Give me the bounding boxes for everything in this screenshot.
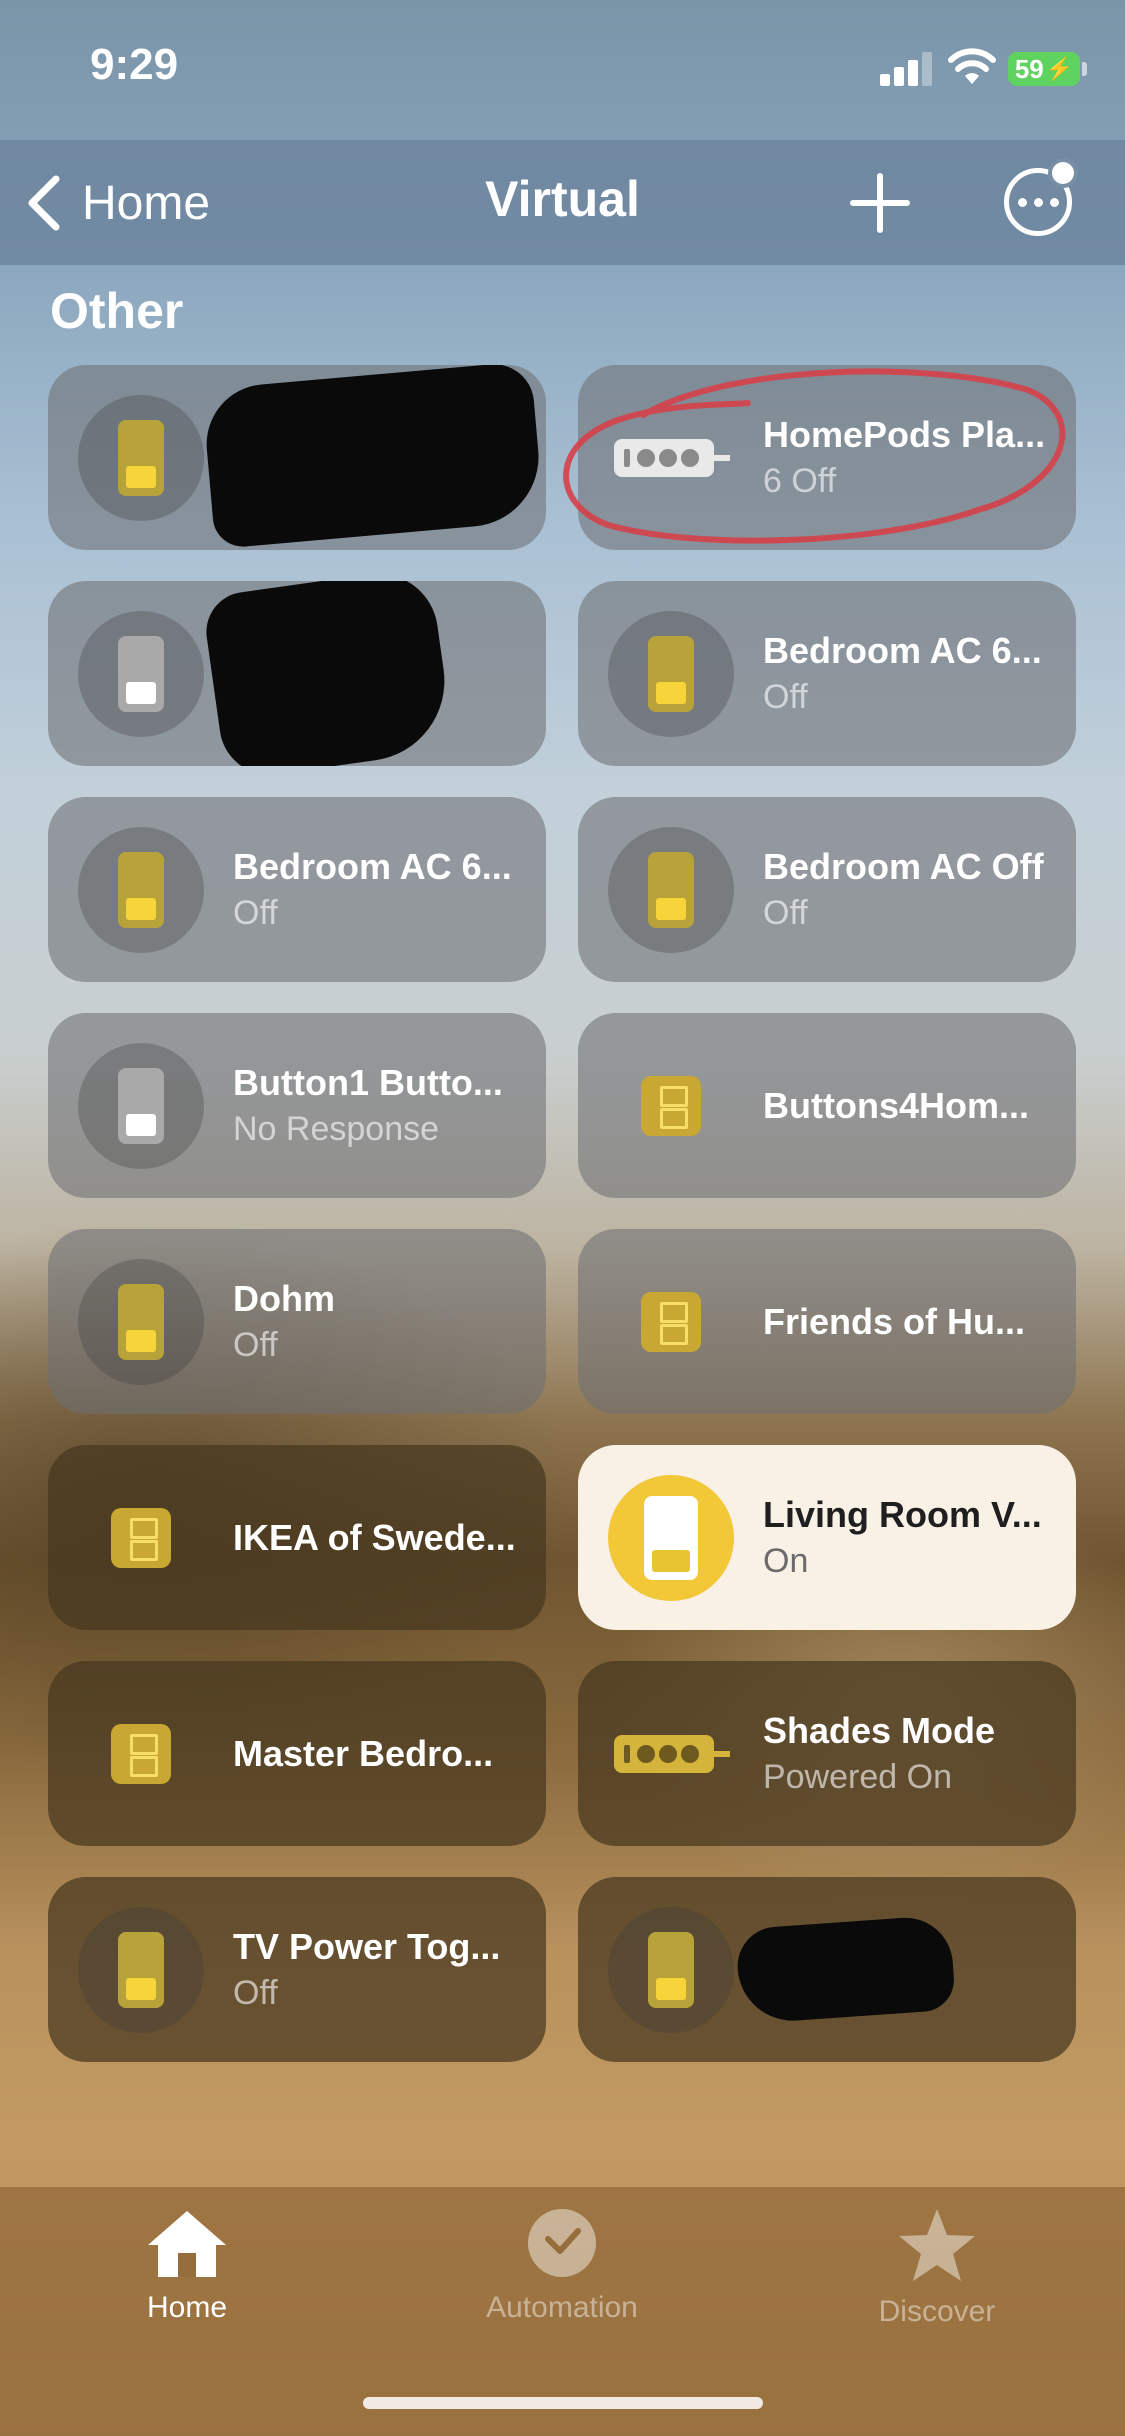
tile-name: Dohm: [233, 1278, 335, 1319]
battery-nub: [1082, 62, 1087, 76]
tile-name: HomePods Pla...: [763, 414, 1046, 455]
switch-icon: [78, 1043, 204, 1169]
switch-icon: [78, 1259, 204, 1385]
accessory-tile[interactable]: Button1 Butto... No Response: [48, 1013, 546, 1198]
tile-name: Bedroom AC 6...: [233, 846, 512, 887]
switch-icon: [78, 395, 204, 521]
tile-name: Buttons4Hom...: [763, 1084, 1029, 1126]
accessory-tile[interactable]: IKEA of Swede...: [48, 1445, 546, 1630]
power-strip-icon: [614, 1735, 730, 1773]
accessory-tile[interactable]: Bedroom AC 6... Off: [578, 581, 1076, 766]
switch-icon: [78, 611, 204, 737]
switch-icon: [608, 827, 734, 953]
tile-name: Living Room V...: [763, 1494, 1042, 1535]
tile-status: Off: [763, 678, 808, 716]
tile-status: Powered On: [763, 1758, 952, 1796]
redaction-mark: [201, 365, 545, 550]
tile-name: Button1 Butto...: [233, 1062, 503, 1103]
power-strip-icon: [614, 439, 730, 477]
tile-status: Off: [233, 894, 278, 932]
cellular-signal-icon: [880, 52, 932, 86]
tab-home[interactable]: Home: [62, 2207, 312, 2357]
house-icon: [148, 2211, 226, 2277]
accessory-tile-active[interactable]: Living Room V... On: [578, 1445, 1076, 1630]
accessory-tile[interactable]: [48, 581, 546, 766]
chevron-left-icon: [28, 175, 60, 231]
back-button[interactable]: Home: [24, 168, 210, 238]
redaction-mark: [734, 1914, 957, 2025]
notification-dot: [1048, 158, 1078, 188]
switch-icon: [608, 1907, 734, 2033]
accessory-tile[interactable]: Shades Mode Powered On: [578, 1661, 1076, 1846]
programmable-button-icon: [78, 1691, 204, 1817]
tile-status: Off: [763, 894, 808, 932]
accessory-tile[interactable]: Buttons4Hom...: [578, 1013, 1076, 1198]
accessory-tile[interactable]: Dohm Off: [48, 1229, 546, 1414]
tile-name: Shades Mode: [763, 1710, 996, 1751]
star-icon: [899, 2209, 975, 2281]
tab-label: Automation: [486, 2291, 638, 2324]
switch-on-icon: [608, 1475, 734, 1601]
tile-status: 6 Off: [763, 462, 837, 500]
programmable-button-icon: [608, 1259, 734, 1385]
tile-name: IKEA of Swede...: [233, 1516, 516, 1558]
tile-status: Off: [233, 1974, 278, 2012]
tab-discover[interactable]: Discover: [812, 2207, 1062, 2357]
tile-name: Friends of Hu...: [763, 1300, 1026, 1342]
navigation-bar: Home Virtual: [0, 140, 1125, 265]
accessory-tile[interactable]: TV Power Tog... Off: [48, 1877, 546, 2062]
tile-name: Master Bedro...: [233, 1732, 494, 1774]
accessory-tile[interactable]: HomePods Pla... 6 Off: [578, 365, 1076, 550]
accessory-tile[interactable]: [48, 365, 546, 550]
status-bar: 9:29 59 ⚡: [0, 0, 1125, 140]
tile-status: On: [763, 1542, 809, 1580]
tile-name: TV Power Tog...: [233, 1926, 501, 1967]
status-time: 9:29: [90, 40, 179, 89]
tile-name: Bedroom AC 6...: [763, 630, 1042, 671]
tab-label: Home: [146, 2291, 228, 2324]
clock-check-icon: [528, 2209, 596, 2277]
home-indicator[interactable]: [363, 2397, 763, 2409]
accessory-tile[interactable]: Friends of Hu...: [578, 1229, 1076, 1414]
tile-status: Off: [233, 1326, 278, 1364]
accessory-tile[interactable]: Bedroom AC Off Off: [578, 797, 1076, 982]
accessory-tile[interactable]: Bedroom AC 6... Off: [48, 797, 546, 982]
switch-icon: [78, 1907, 204, 2033]
accessory-tile[interactable]: [578, 1877, 1076, 2062]
wifi-icon: [948, 48, 996, 84]
tile-name: Bedroom AC Off: [763, 846, 1044, 887]
switch-icon: [608, 611, 734, 737]
tab-automation[interactable]: Automation: [437, 2207, 687, 2357]
accessory-tile[interactable]: Master Bedro...: [48, 1661, 546, 1846]
tile-status: No Response: [233, 1110, 440, 1148]
battery-indicator: 59 ⚡: [1008, 52, 1080, 86]
redaction-mark: [201, 581, 455, 766]
back-label: Home: [82, 176, 211, 230]
add-icon[interactable]: [845, 168, 915, 238]
switch-icon: [78, 827, 204, 953]
section-title: Other: [50, 283, 184, 339]
tab-label: Discover: [878, 2295, 996, 2328]
programmable-button-icon: [78, 1475, 204, 1601]
programmable-button-icon: [608, 1043, 734, 1169]
battery-level: 59: [1014, 53, 1044, 84]
